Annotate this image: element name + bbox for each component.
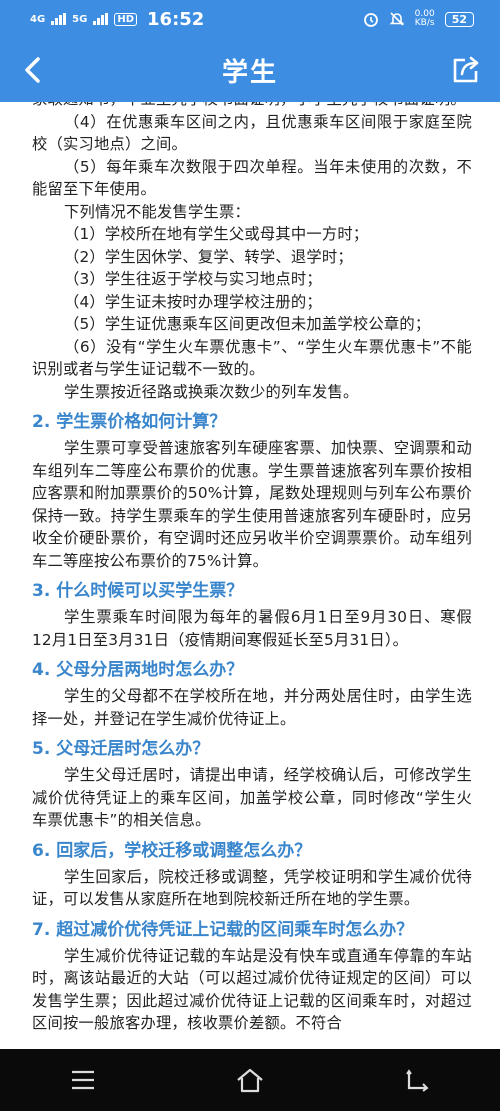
article-body: 家取通知书，毕业生凭学校书面证明，小学生凭学校书面证明。 （4）在优惠乘车区间之… <box>32 102 472 1035</box>
section-heading: 5. 父母迁居时怎么办？ <box>32 739 210 759</box>
alarm-icon <box>363 13 378 27</box>
section-body: 学生回家后，院校迁移或调整，凭学校证明和学生减价优待证，可以发售从家庭所在地到院… <box>32 867 472 909</box>
signal-label-1: 4G <box>30 13 46 25</box>
home-icon <box>237 1068 263 1093</box>
hd-badge: HD <box>114 12 138 26</box>
paragraph: 下列情况不能发售学生票： <box>64 202 250 221</box>
section-heading: 3. 什么时候可以买学生票？ <box>32 581 244 601</box>
section-body: 学生父母迁居时，请提出申请，经学校确认后，可修改学生减价优待凭证上的乘车区间，加… <box>32 766 472 829</box>
app-header: 学生 <box>0 38 500 102</box>
status-bar: 4G 5G HD 16:52 0.00 KB/s 52 <box>0 0 500 38</box>
battery-indicator: 52 <box>444 11 474 27</box>
system-nav-bar <box>0 1049 500 1111</box>
section-heading: 4. 父母分居两地时怎么办？ <box>32 660 244 680</box>
chevron-left-icon[interactable] <box>16 52 52 88</box>
section-body: 学生的父母都不在学校所在地，并分两处居住时，由学生选择一处，并登记在学生减价优待… <box>32 687 472 728</box>
article-content[interactable]: 家取通知书，毕业生凭学校书面证明，小学生凭学校书面证明。 （4）在优惠乘车区间之… <box>0 102 500 1049</box>
paragraph: （4）在优惠乘车区间之内，且优惠乘车区间限于家庭至院校（实习地点）之间。 <box>32 112 472 154</box>
section-body: 学生票乘车时间限为每年的暑假6月1日至9月30日、寒假12月1日至3月31日（疫… <box>32 608 472 649</box>
home-button[interactable] <box>230 1060 270 1100</box>
paragraph: （6）没有“学生火车票优惠卡”、“学生火车票优惠卡”不能识别或者与学生证记载不一… <box>32 337 472 379</box>
paragraph: （2）学生因休学、复学、转学、退学时； <box>64 247 353 266</box>
clock: 16:52 <box>147 8 205 30</box>
return-icon <box>405 1069 429 1092</box>
signal-bars-icon <box>51 13 67 25</box>
signal-label-2: 5G <box>72 13 88 25</box>
paragraph: （5）每年乘车次数限于四次单程。当年未使用的次数，不能留至下年使用。 <box>32 157 472 199</box>
section-body: 学生票可享受普速旅客列车硬座客票、加快票、空调票和动车组列车二等座公布票价的优惠… <box>32 439 472 570</box>
paragraph: 学生票按近径路或换乘次数少的列车发售。 <box>64 382 359 401</box>
paragraph: （1）学校所在地有学生父或母其中一方时； <box>64 225 369 243</box>
paragraph: 家取通知书，毕业生凭学校书面证明，小学生凭学校书面证明。 <box>32 102 472 111</box>
share-icon[interactable] <box>448 52 484 88</box>
menu-icon <box>72 1070 95 1090</box>
section-heading: 2. 学生票价格如何计算？ <box>32 412 227 432</box>
net-speed-unit: KB/s <box>414 18 435 28</box>
paragraph: （5）学生证优惠乘车区间更改但未加盖学校公章的； <box>64 315 431 333</box>
section-heading: 7. 超过减价优待凭证上记载的区间乘车时怎么办？ <box>32 919 414 940</box>
mute-icon <box>389 12 405 26</box>
back-button[interactable] <box>397 1060 437 1100</box>
section-heading: 6. 回家后，学校迁移或调整怎么办？ <box>32 840 312 861</box>
net-speed: 0.00 KB/s <box>415 10 435 28</box>
section-body: 学生减价优待证记载的车站是没有快车或直通车停靠的车站时，离该站最近的大站（可以超… <box>32 946 472 1033</box>
paragraph: （4）学生证未按时办理学校注册的； <box>64 292 322 311</box>
page-title: 学生 <box>221 57 278 88</box>
paragraph: （3）学生往返于学校与实习地点时； <box>64 270 322 288</box>
signal-bars-icon-2 <box>93 13 109 25</box>
menu-button[interactable] <box>63 1060 103 1100</box>
